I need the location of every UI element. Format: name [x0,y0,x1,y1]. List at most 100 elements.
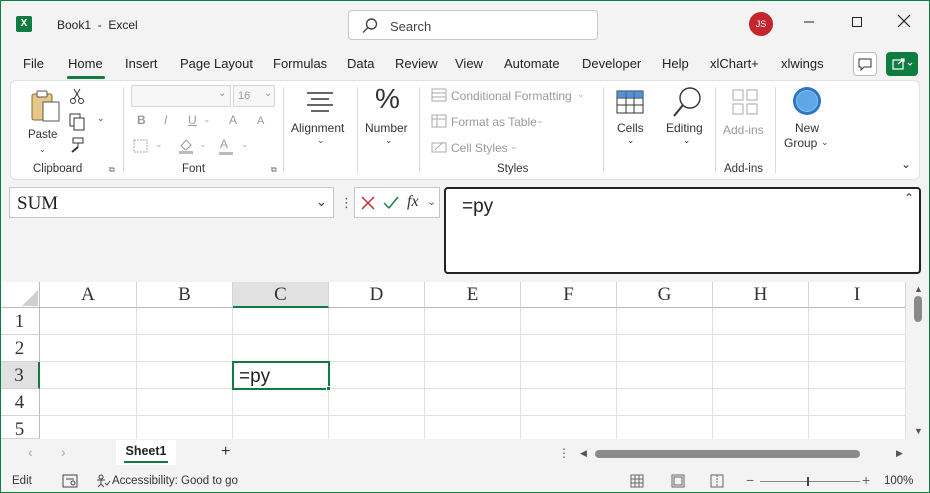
tab-page-layout[interactable]: Page Layout [180,56,253,71]
share-button[interactable] [886,52,918,76]
shrink-font-button[interactable]: A [257,115,264,127]
column-header-e[interactable]: E [425,282,521,308]
formula-input[interactable]: =py ⌃ [444,187,921,274]
select-all-button[interactable] [0,282,40,308]
cancel-icon[interactable] [361,196,375,210]
tab-help[interactable]: Help [662,56,689,71]
tab-data[interactable]: Data [347,56,374,71]
editing-button[interactable]: Editing ⌄ [663,85,709,149]
vertical-scrollbar[interactable]: ▲ ▼ [906,282,930,439]
ribbon-collapse-icon[interactable]: ⌄ [901,157,911,171]
page-break-preview-icon[interactable] [710,474,724,488]
share-icon [892,58,913,70]
cells-button[interactable]: Cells ⌄ [611,85,651,149]
zoom-level[interactable]: 100% [884,475,913,487]
borders-icon[interactable] [133,139,149,153]
tab-review[interactable]: Review [395,56,438,71]
accessibility-icon[interactable] [95,474,111,488]
clipboard-launcher-icon[interactable]: ⧉ [109,165,115,175]
horizontal-scroll-thumb[interactable] [595,450,860,458]
tab-developer[interactable]: Developer [582,56,641,71]
borders-dropdown-icon[interactable]: ⌄ [155,139,163,150]
font-name-select[interactable]: ⌄ [131,85,231,107]
column-header-h[interactable]: H [713,282,809,308]
accessibility-status[interactable]: Accessibility: Good to go [112,475,238,487]
next-sheet-icon[interactable]: › [61,444,66,460]
number-format-button[interactable]: % Number ⌄ [361,83,417,149]
column-header-g[interactable]: G [617,282,713,308]
search-input[interactable]: Search [348,10,598,40]
row-header-5[interactable]: 5 [0,416,40,440]
comments-button[interactable] [853,52,877,76]
cell-styles-button[interactable]: Cell Styles [451,141,508,155]
fill-handle[interactable] [326,386,331,391]
row-header-1[interactable]: 1 [0,308,40,335]
row-header-4[interactable]: 4 [0,389,40,416]
tab-xlchart[interactable]: xlChart+ [710,56,759,71]
grow-font-button[interactable]: A [229,113,237,127]
font-color-dropdown-icon[interactable]: ⌄ [241,139,249,150]
scroll-up-icon[interactable]: ▲ [914,284,923,294]
user-avatar[interactable]: JS [749,12,773,36]
maximize-button[interactable] [843,12,871,36]
add-sheet-icon[interactable]: + [221,443,230,461]
row-header-2[interactable]: 2 [0,335,40,362]
zoom-slider-thumb[interactable] [807,477,809,486]
minimize-button[interactable] [795,12,823,36]
active-cell-c3[interactable]: =py [232,361,330,390]
copy-dropdown-icon[interactable]: ⌄ [97,113,105,124]
zoom-out-icon[interactable]: − [746,472,754,488]
tab-view[interactable]: View [455,56,483,71]
tab-insert[interactable]: Insert [125,56,158,71]
tab-automate[interactable]: Automate [504,56,560,71]
tab-home[interactable]: Home [68,56,103,71]
bold-button[interactable]: B [137,113,146,127]
normal-view-icon[interactable] [630,474,644,488]
name-box[interactable]: SUM ⌄ [9,187,334,218]
fill-color-dropdown-icon[interactable]: ⌄ [199,139,207,150]
tab-formulas[interactable]: Formulas [273,56,327,71]
active-tab-indicator [67,76,105,79]
scroll-down-icon[interactable]: ▼ [914,426,923,436]
insert-function-button[interactable]: fx [407,193,419,211]
enter-check-icon[interactable] [383,196,399,210]
tab-split-icon[interactable]: ⋮ [558,446,570,460]
paste-button[interactable]: Paste ⌄ [25,87,65,154]
row-header-3[interactable]: 3 [0,362,40,389]
previous-sheet-icon[interactable]: ‹ [28,444,33,460]
vertical-scroll-thumb[interactable] [914,296,922,322]
copy-icon[interactable] [69,113,85,131]
column-header-c[interactable]: C [233,282,329,308]
zoom-in-icon[interactable]: + [862,472,870,488]
font-color-button[interactable]: A [220,137,228,151]
column-header-d[interactable]: D [329,282,425,308]
underline-dropdown-icon[interactable]: ⌄ [203,114,211,125]
macro-recording-icon[interactable] [62,474,78,488]
format-painter-icon[interactable] [69,137,85,153]
page-layout-view-icon[interactable] [671,474,685,488]
column-header-b[interactable]: B [137,282,233,308]
more-options-icon[interactable]: ⋮ [340,195,353,211]
new-group-button[interactable]: New Group ⌄ [781,83,833,155]
tab-xlwings[interactable]: xlwings [781,56,824,71]
underline-button[interactable]: U [188,113,197,127]
zoom-slider-track[interactable] [760,481,860,482]
font-launcher-icon[interactable]: ⧉ [271,165,277,175]
font-size-select[interactable]: 16 ⌄ [233,85,275,107]
scroll-right-icon[interactable]: ▶ [896,448,903,459]
format-as-table-button[interactable]: Format as Table [451,115,537,129]
conditional-formatting-button[interactable]: Conditional Formatting [451,89,572,103]
chevron-up-icon[interactable]: ⌃ [904,191,914,205]
fill-color-icon[interactable] [177,137,195,155]
italic-button[interactable]: I [164,113,167,127]
scroll-left-icon[interactable]: ◀ [580,448,587,459]
add-ins-button[interactable]: Add-ins [721,85,769,149]
cut-icon[interactable] [69,87,85,105]
column-header-a[interactable]: A [40,282,137,308]
column-header-i[interactable]: I [809,282,906,308]
chevron-down-icon: ⌄ [683,135,691,145]
column-header-f[interactable]: F [521,282,617,308]
close-button[interactable] [890,12,918,36]
alignment-button[interactable]: Alignment ⌄ [289,85,353,149]
tab-file[interactable]: File [23,56,44,71]
